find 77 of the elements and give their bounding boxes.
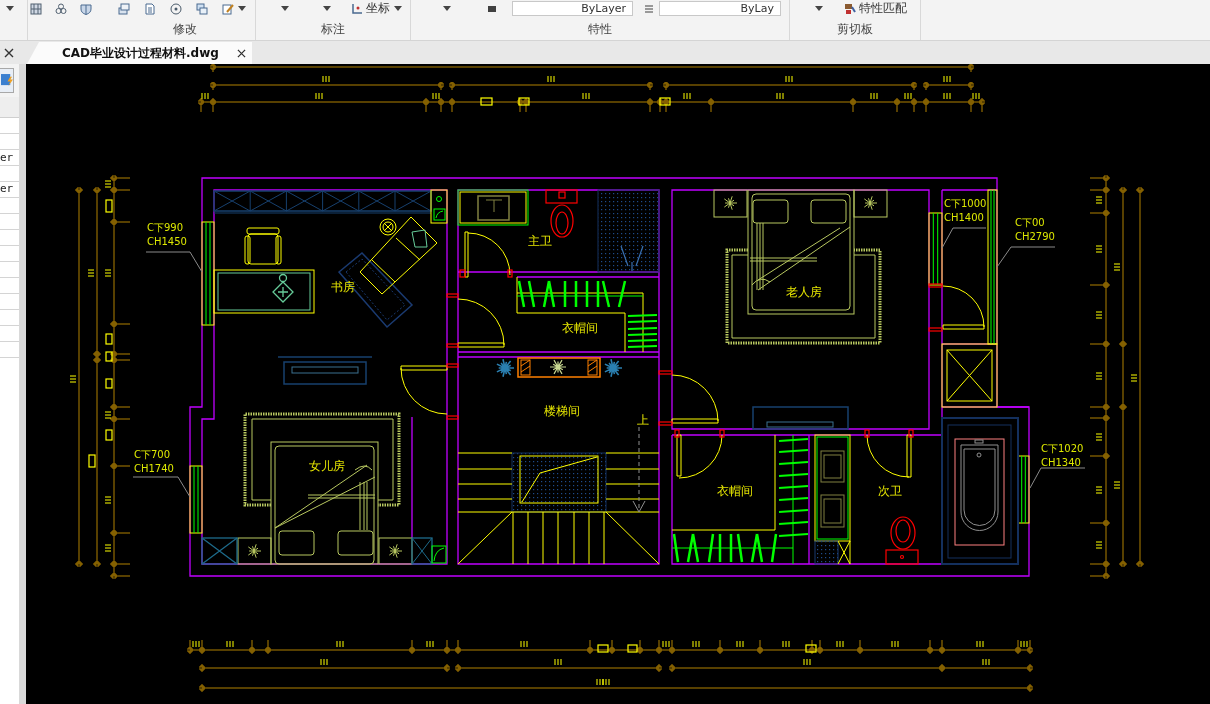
lightning-icon <box>0 74 13 87</box>
desk-ornament-drawing <box>272 273 294 303</box>
window-tag: C下1020 CH1340 <box>1041 443 1084 468</box>
toilet-drawing <box>885 516 919 565</box>
room-label: 老人房 <box>786 285 822 299</box>
room-label: 楼梯间 <box>544 404 580 418</box>
leader-line <box>996 246 1056 268</box>
match-properties-button[interactable]: 特性匹配 <box>844 1 907 16</box>
stack-icon[interactable] <box>118 2 130 15</box>
lineweight-icon[interactable] <box>644 3 654 14</box>
quick-select-button[interactable] <box>0 68 14 93</box>
door-symbol <box>459 231 513 278</box>
door-symbol <box>400 363 459 420</box>
linetype-dropdown[interactable]: ByLayer <box>512 1 633 16</box>
document-tab[interactable]: CAD毕业设计过程材料.dwg <box>27 42 252 64</box>
caret-icon[interactable] <box>281 6 289 11</box>
group-label: 修改 <box>173 22 197 37</box>
property-value: er <box>0 150 14 165</box>
window-symbol <box>189 465 203 534</box>
door-symbol <box>674 429 725 479</box>
potted-plant-drawing <box>496 358 515 378</box>
window-tag: C下1000 CH1400 <box>944 198 987 223</box>
floor-tile-drawing <box>814 540 851 565</box>
caret-icon[interactable] <box>238 6 246 11</box>
nightstand-drawing <box>237 537 272 565</box>
storage-closet-drawing <box>941 343 998 408</box>
caret-icon[interactable] <box>394 6 402 11</box>
side-table-drawing <box>379 218 397 236</box>
page-icon[interactable] <box>144 2 156 15</box>
cabinet-drawing <box>201 537 238 565</box>
vanity-sink-drawing <box>457 189 529 226</box>
room-label: 女儿房 <box>309 459 345 473</box>
window-tag: C下00 CH2790 <box>1015 217 1055 242</box>
cabinet-drawing <box>411 537 447 565</box>
window-symbol <box>1017 455 1030 524</box>
leader-line <box>145 251 203 273</box>
room-label: 次卫 <box>878 484 902 498</box>
brush-icon <box>844 2 856 15</box>
corner-cabinet-drawing <box>430 189 448 224</box>
door-symbol <box>864 429 914 478</box>
property-value: er <box>0 181 14 196</box>
axes-icon <box>351 2 363 15</box>
windows-icon[interactable] <box>196 2 208 15</box>
group-label: 标注 <box>321 22 345 37</box>
close-icon[interactable] <box>4 47 14 58</box>
group-label: 特性 <box>588 22 612 37</box>
potted-plant-drawing <box>604 358 623 378</box>
room-label: 书房 <box>331 280 355 294</box>
grid-icon[interactable] <box>30 2 42 15</box>
leader-line <box>132 476 191 498</box>
caret-icon[interactable] <box>323 6 331 11</box>
target-icon[interactable] <box>170 2 182 15</box>
door-symbol <box>658 370 719 426</box>
stair-direction-label: 上 <box>637 413 649 427</box>
leader-line <box>1029 467 1086 489</box>
caret-icon[interactable] <box>443 6 451 11</box>
window-tag: C下700 CH1740 <box>134 449 174 474</box>
shield-icon[interactable] <box>80 2 92 15</box>
room-label: 主卫 <box>528 234 552 248</box>
nightstand-drawing <box>853 189 888 218</box>
room-label: 衣帽间 <box>562 321 598 335</box>
circles-icon[interactable] <box>55 2 67 15</box>
caret-icon[interactable] <box>6 6 14 11</box>
group-label: 剪切板 <box>837 22 873 37</box>
armchair-drawing <box>244 227 282 265</box>
door-symbol <box>928 283 985 332</box>
coordinate-button[interactable]: 坐标 <box>351 1 390 16</box>
window-tag: C下990 CH1450 <box>147 222 187 247</box>
nightstand-drawing <box>713 189 748 218</box>
door-symbol <box>446 293 505 348</box>
leader-line <box>941 227 987 249</box>
room-label: 衣帽间 <box>717 484 753 498</box>
close-icon[interactable] <box>237 48 246 58</box>
lineweight-dropdown[interactable]: ByLay <box>659 1 781 16</box>
layer-color-icon[interactable] <box>487 3 497 14</box>
caret-icon[interactable] <box>815 6 823 11</box>
nightstand-drawing <box>378 537 413 565</box>
